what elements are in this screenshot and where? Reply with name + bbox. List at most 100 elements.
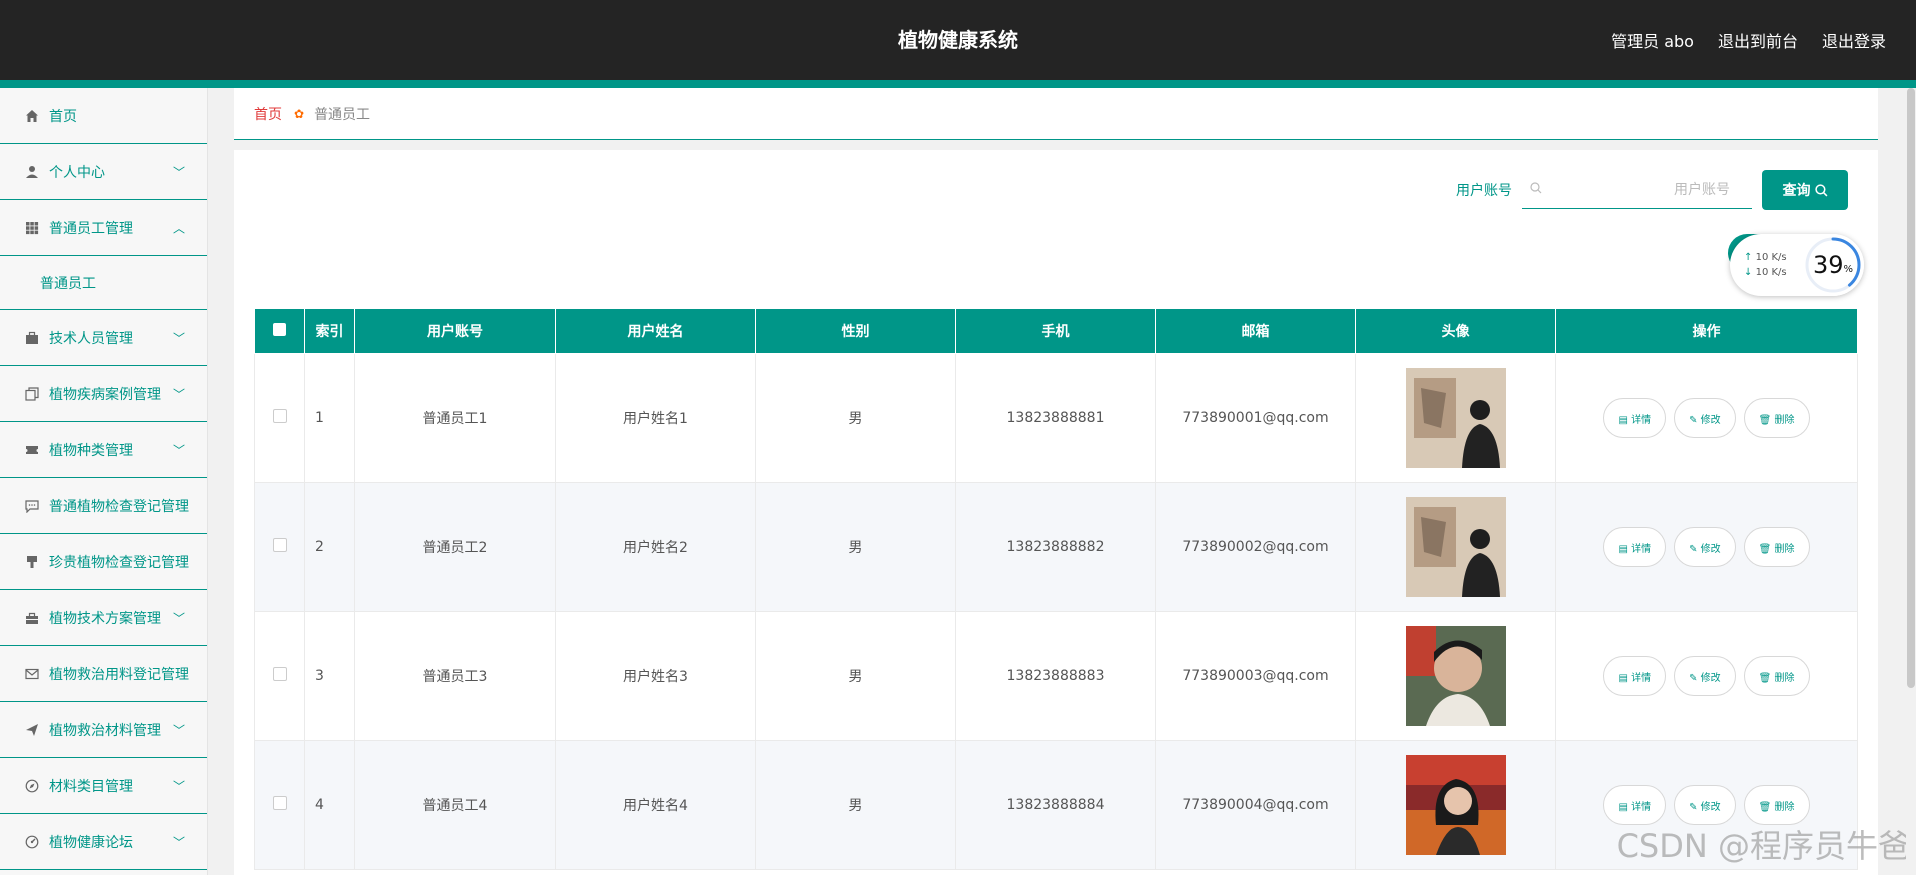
page-scrollbar[interactable]	[1906, 88, 1916, 875]
search-icon	[1814, 183, 1827, 196]
sidebar-item-technician-management[interactable]: 技术人员管理 ﹀	[0, 310, 207, 366]
table-row[interactable]: 1 普通员工1 用户姓名1 男 13823888881 773890001@qq…	[254, 353, 1858, 483]
row-checkbox[interactable]	[272, 538, 287, 552]
row-select-cell[interactable]	[254, 482, 305, 612]
detail-button[interactable]: ▤ 详情	[1603, 656, 1667, 696]
usage-percent: 39%	[1812, 251, 1854, 279]
sidebar-item-common-plant-inspection[interactable]: 普通植物检查登记管理	[0, 478, 207, 534]
chevron-down-icon: ﹀	[172, 165, 185, 179]
logout-link[interactable]: 退出登录	[1822, 28, 1886, 52]
send-icon	[24, 722, 40, 738]
edit-button[interactable]: ✎ 修改	[1674, 656, 1736, 696]
brush-icon	[24, 554, 40, 570]
row-select-cell[interactable]	[254, 611, 305, 741]
breadcrumb-separator-icon: ✿	[294, 106, 305, 121]
chevron-down-icon: ﹀	[172, 387, 185, 401]
sidebar-subitem-staff[interactable]: 普通员工	[0, 256, 207, 310]
row-checkbox[interactable]	[272, 796, 287, 810]
operations-cell: ▤ 详情 ✎ 修改 🗑 删除	[1555, 482, 1858, 612]
main-content: 首页 ✿ 普通员工 用户账号 查询 新增 删除	[234, 88, 1878, 875]
sidebar-item-treatment-material-registration[interactable]: 植物救治用料登记管理	[0, 646, 207, 702]
operations-cell: ▤ 详情 ✎ 修改 🗑 删除	[1555, 353, 1858, 483]
avatar-cell	[1355, 353, 1556, 483]
search-bar: 用户账号 查询	[1456, 170, 1848, 210]
download-arrow-icon: ↓	[1744, 267, 1753, 278]
chevron-down-icon: ﹀	[172, 835, 185, 849]
edit-button[interactable]: ✎ 修改	[1674, 398, 1736, 438]
name-cell: 用户姓名2	[555, 482, 756, 612]
search-input-wrapper	[1522, 171, 1752, 209]
top-bar: 植物健康系统 管理员 abo 退出到前台 退出登录	[0, 0, 1916, 80]
detail-button[interactable]: ▤ 详情	[1603, 527, 1667, 567]
sidebar-item-staff-management[interactable]: 普通员工管理 ︿	[0, 200, 207, 256]
account-search-input[interactable]	[1548, 180, 1732, 199]
index-cell: 4	[304, 740, 355, 870]
sidebar-item-rare-plant-inspection[interactable]: 珍贵植物检查登记管理	[0, 534, 207, 590]
avatar-cell	[1355, 740, 1556, 870]
delete-button[interactable]: 🗑 删除	[1743, 527, 1810, 567]
sidebar-item-treatment-material-management[interactable]: 植物救治材料管理 ﹀	[0, 702, 207, 758]
sidebar-item-disease-case-management[interactable]: 植物疾病案例管理 ﹀	[0, 366, 207, 422]
delete-button[interactable]: 🗑 删除	[1743, 398, 1810, 438]
avatar-cell	[1355, 482, 1556, 612]
email-cell: 773890001@qq.com	[1155, 353, 1356, 483]
row-select-cell[interactable]	[254, 353, 305, 483]
row-select-cell[interactable]	[254, 740, 305, 870]
edit-button[interactable]: ✎ 修改	[1674, 785, 1736, 825]
network-speed-widget[interactable]: ↑ 10 K/s ↓ 10 K/s 39%	[1730, 234, 1864, 296]
scrollbar-thumb[interactable]	[1907, 88, 1915, 688]
usage-gauge: 39%	[1802, 234, 1864, 296]
sidebar-item-label: 普通员工管理	[49, 220, 133, 237]
column-header: 头像	[1355, 308, 1556, 354]
sidebar-item-plant-health-forum[interactable]: 植物健康论坛 ﹀	[0, 814, 207, 870]
column-header: 邮箱	[1155, 308, 1356, 354]
sidebar-item-tech-plan-management[interactable]: 植物技术方案管理 ﹀	[0, 590, 207, 646]
avatar	[1405, 497, 1506, 597]
detail-button[interactable]: ▤ 详情	[1603, 398, 1667, 438]
table-row[interactable]: 2 普通员工2 用户姓名2 男 13823888882 773890002@qq…	[254, 482, 1858, 612]
chevron-down-icon: ﹀	[172, 779, 185, 793]
sidebar-item-label: 植物健康论坛	[49, 834, 133, 851]
operations-cell: ▤ 详情 ✎ 修改 🗑 删除	[1555, 611, 1858, 741]
account-cell: 普通员工1	[354, 353, 556, 483]
edit-button[interactable]: ✎ 修改	[1674, 527, 1736, 567]
column-header: 索引	[304, 308, 355, 354]
exit-to-frontend-link[interactable]: 退出到前台	[1718, 28, 1798, 52]
sidebar-item-material-category-management[interactable]: 材料类目管理 ﹀	[0, 758, 207, 814]
copy-icon	[24, 386, 40, 402]
name-cell: 用户姓名4	[555, 740, 756, 870]
chevron-up-icon: ︿	[172, 221, 185, 235]
phone-cell: 13823888883	[955, 611, 1156, 741]
search-label: 用户账号	[1456, 183, 1512, 199]
phone-cell: 13823888884	[955, 740, 1156, 870]
sidebar-item-label: 植物种类管理	[49, 442, 133, 459]
select-all-checkbox[interactable]	[273, 322, 286, 336]
sidebar-item-label: 个人中心	[49, 164, 105, 181]
email-cell: 773890004@qq.com	[1155, 740, 1356, 870]
network-speed-readout: ↑ 10 K/s ↓ 10 K/s	[1744, 250, 1787, 280]
sidebar-item-home[interactable]: 首页	[0, 88, 207, 144]
briefcase-icon	[24, 330, 40, 346]
table-row[interactable]: 3 普通员工3 用户姓名3 男 13823888883 773890003@qq…	[254, 611, 1858, 741]
row-checkbox[interactable]	[272, 667, 287, 681]
sidebar: 首页 个人中心 ﹀ 普通员工管理 ︿ 普通员工 技术人员管理 ﹀ 植物疾病案例管…	[0, 88, 208, 875]
query-button-label: 查询	[1782, 182, 1811, 198]
delete-button[interactable]: 🗑 删除	[1743, 656, 1810, 696]
sidebar-item-plant-species-management[interactable]: 植物种类管理 ﹀	[0, 422, 207, 478]
select-all-header[interactable]	[254, 308, 305, 354]
sidebar-item-label: 植物技术方案管理	[49, 610, 161, 627]
chevron-down-icon: ﹀	[172, 611, 185, 625]
index-cell: 2	[304, 482, 355, 612]
column-header: 用户姓名	[555, 308, 756, 354]
row-checkbox[interactable]	[272, 409, 287, 423]
grid-icon	[24, 220, 40, 236]
column-header: 性别	[755, 308, 956, 354]
delete-button[interactable]: 🗑 删除	[1743, 785, 1810, 825]
breadcrumb-home[interactable]: 首页	[254, 104, 282, 124]
table-header-row: 索引 用户账号 用户姓名 性别 手机 邮箱 头像 操作	[254, 308, 1858, 354]
upload-speed: 10 K/s	[1755, 252, 1787, 263]
query-button[interactable]: 查询	[1762, 170, 1848, 210]
sidebar-item-personal-center[interactable]: 个人中心 ﹀	[0, 144, 207, 200]
name-cell: 用户姓名3	[555, 611, 756, 741]
detail-button[interactable]: ▤ 详情	[1603, 785, 1667, 825]
